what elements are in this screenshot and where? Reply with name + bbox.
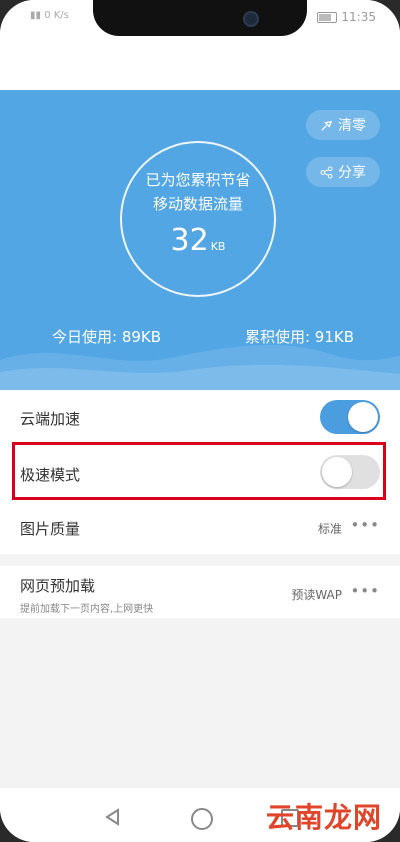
broom-icon bbox=[321, 120, 333, 131]
savings-line1: 已为您累积节省 bbox=[145, 171, 251, 189]
savings-value: 32 KB bbox=[122, 223, 274, 258]
preload-label: 网页预加载 bbox=[20, 577, 96, 595]
wave-decoration bbox=[0, 345, 400, 390]
more-icon[interactable]: ••• bbox=[350, 582, 380, 600]
share-button[interactable]: 分享 bbox=[306, 157, 380, 187]
image-quality-row[interactable]: 图片质量 标准 ••• bbox=[0, 500, 400, 554]
more-icon[interactable]: ••• bbox=[350, 516, 380, 534]
cloud-acceleration-toggle[interactable] bbox=[320, 400, 380, 434]
preload-description: 提前加载下一页内容,上网更快 bbox=[20, 604, 154, 615]
back-icon[interactable] bbox=[103, 807, 123, 827]
battery-icon bbox=[317, 11, 338, 23]
status-bar: ▮▮ 0 K/s 11:35 bbox=[0, 0, 400, 38]
savings-number: 32 bbox=[170, 223, 209, 258]
data-saving-panel: 已为您累积节省 移动数据流量 32 KB 清零 分享 今日使用: 89KB 累积使… bbox=[0, 90, 400, 390]
clear-button[interactable]: 清零 bbox=[306, 110, 380, 140]
status-right: 11:35 bbox=[317, 10, 376, 24]
network-speed: ▮▮ 0 K/s bbox=[30, 10, 69, 21]
watermark-logo: 云南龙网 bbox=[266, 801, 383, 834]
preload-value: 预读WAP bbox=[291, 588, 342, 602]
clock: 11:35 bbox=[341, 10, 376, 24]
signal-icon: ▮▮ bbox=[30, 10, 42, 21]
image-quality-label: 图片质量 bbox=[20, 520, 81, 538]
cloud-acceleration-label: 云端加速 bbox=[20, 410, 81, 428]
speed-mode-highlight bbox=[12, 442, 386, 500]
phone-screen: ▮▮ 0 K/s 11:35 已为您累积节省 移动数据流量 32 KB 清零 分享… bbox=[0, 0, 400, 842]
home-icon[interactable] bbox=[191, 808, 213, 830]
savings-unit: KB bbox=[210, 240, 226, 253]
savings-circle: 已为您累积节省 移动数据流量 32 KB bbox=[120, 141, 276, 297]
camera-icon bbox=[243, 11, 259, 27]
share-icon bbox=[320, 165, 333, 179]
image-quality-value: 标准 bbox=[317, 522, 342, 536]
cloud-acceleration-row: 云端加速 bbox=[0, 390, 400, 444]
camera-notch bbox=[93, 0, 307, 36]
savings-line2: 移动数据流量 bbox=[152, 195, 243, 213]
section-separator bbox=[0, 554, 400, 566]
preload-row[interactable]: 网页预加载 提前加载下一页内容,上网更快 预读WAP ••• bbox=[0, 566, 400, 618]
empty-area bbox=[0, 618, 400, 788]
